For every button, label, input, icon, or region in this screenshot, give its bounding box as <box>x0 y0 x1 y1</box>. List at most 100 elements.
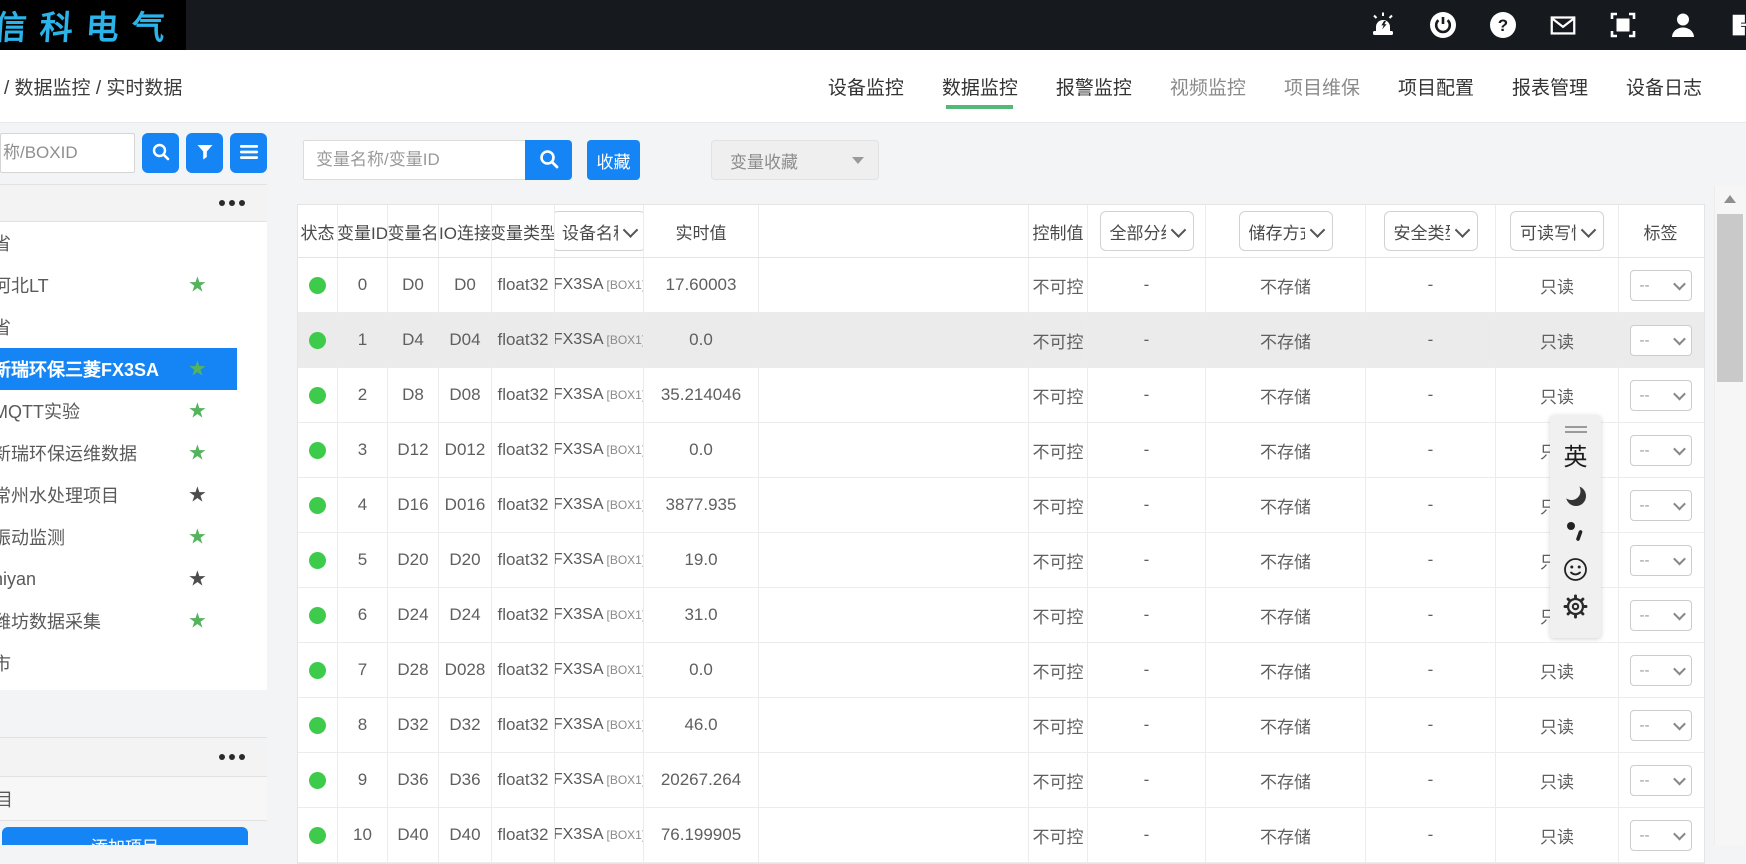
table-row[interactable]: 4 D16 D016 float32 FX3SA [BOX1] 3877.935… <box>298 478 1704 533</box>
security-filter-select[interactable]: 安全类型 <box>1384 211 1478 251</box>
favorite-star-icon[interactable]: ★ <box>188 611 207 632</box>
variable-search-button[interactable] <box>525 140 572 180</box>
scrollbar-thumb[interactable] <box>1717 214 1743 382</box>
table-row[interactable]: 5 D20 D20 float32 FX3SA [BOX1] 19.0 不可控 … <box>298 533 1704 588</box>
favorite-star-icon[interactable]: ★ <box>188 275 207 296</box>
table-row[interactable]: 2 D8 D08 float32 FX3SA [BOX1] 35.214046 … <box>298 368 1704 423</box>
favorite-star-icon[interactable]: ★ <box>188 527 207 548</box>
tag-select[interactable]: -- <box>1630 655 1692 686</box>
project-list-item[interactable]: 潍坊数据采集 ★ <box>0 600 237 642</box>
tag-select[interactable]: -- <box>1630 380 1692 411</box>
project-list-item[interactable]: 振动监测 ★ <box>0 516 237 558</box>
project-list: 省 ★ 河北LT ★ 省 ★ 新瑞环保三菱FX3SA ★ MQTT实验 ★ <box>0 222 267 690</box>
favorite-star-icon[interactable]: ★ <box>188 401 207 422</box>
nav-tab-label: 项目维保 <box>1284 73 1360 100</box>
logout-icon[interactable] <box>1728 10 1746 40</box>
cell-storage: 不存储 <box>1206 368 1366 422</box>
tag-select[interactable]: -- <box>1630 765 1692 796</box>
nav-tab[interactable]: 报表管理 <box>1512 50 1588 122</box>
tag-select[interactable]: -- <box>1630 710 1692 741</box>
project-list-item[interactable]: hiyan ★ <box>0 558 237 600</box>
sidebar-more-bottom[interactable] <box>0 737 267 777</box>
nav-tab[interactable]: 项目维保 <box>1284 50 1360 122</box>
vertical-scrollbar[interactable] <box>1714 186 1745 845</box>
nav-tab[interactable]: 报警监控 <box>1056 50 1132 122</box>
drag-handle-icon[interactable] <box>1565 424 1587 435</box>
table-row[interactable]: 9 D36 D36 float32 FX3SA [BOX1] 20267.264… <box>298 753 1704 808</box>
cell-type: float32 <box>492 258 555 312</box>
language-toggle-button[interactable]: 英 <box>1561 444 1591 472</box>
table-row[interactable]: 8 D32 D32 float32 FX3SA [BOX1] 46.0 不可控 … <box>298 698 1704 753</box>
rw-filter-select[interactable]: 可读写性 <box>1510 211 1604 251</box>
favorite-button[interactable]: 收藏 <box>587 140 640 180</box>
device-name: FX3SA <box>555 551 604 569</box>
nav-tab[interactable]: 设备监控 <box>828 50 904 122</box>
smiley-icon[interactable] <box>1561 555 1591 583</box>
tag-select[interactable]: -- <box>1630 435 1692 466</box>
table-row[interactable]: 7 D28 D028 float32 FX3SA [BOX1] 0.0 不可控 … <box>298 643 1704 698</box>
cell-io: D0 <box>439 258 492 312</box>
favorite-star-icon[interactable]: ★ <box>188 485 207 506</box>
variable-search-input[interactable] <box>303 140 526 180</box>
punctuation-icon[interactable] <box>1561 518 1591 546</box>
tag-select[interactable]: -- <box>1630 490 1692 521</box>
cell-group: - <box>1088 258 1206 312</box>
alarm-icon[interactable] <box>1368 10 1398 40</box>
project-list-item[interactable]: 市 ★ <box>0 642 237 684</box>
cell-rw: 只读 <box>1496 313 1619 367</box>
mail-icon[interactable] <box>1548 10 1578 40</box>
project-list-item[interactable]: 省 ★ <box>0 306 237 348</box>
storage-filter-select[interactable]: 储存方式 <box>1239 211 1333 251</box>
box-id: [BOX1] <box>607 278 645 292</box>
dark-mode-moon-icon[interactable] <box>1561 481 1591 509</box>
tag-select[interactable]: -- <box>1630 820 1692 851</box>
table-row[interactable]: 3 D12 D012 float32 FX3SA [BOX1] 0.0 不可控 … <box>298 423 1704 478</box>
tag-select[interactable]: -- <box>1630 600 1692 631</box>
cell-value: 20267.264 <box>644 753 759 807</box>
nav-tab[interactable]: 视频监控 <box>1170 50 1246 122</box>
user-icon[interactable] <box>1668 10 1698 40</box>
caret-down-icon <box>852 157 864 164</box>
power-icon[interactable] <box>1428 10 1458 40</box>
project-list-item[interactable]: 新瑞环保三菱FX3SA ★ <box>0 348 237 390</box>
cell-type: float32 <box>492 478 555 532</box>
project-list-item[interactable]: 新瑞环保运维数据 ★ <box>0 432 237 474</box>
project-list-item[interactable]: 省 ★ <box>0 222 237 264</box>
table-row[interactable]: 10 D40 D40 float32 FX3SA [BOX1] 76.19990… <box>298 808 1704 863</box>
fullscreen-icon[interactable] <box>1608 10 1638 40</box>
cell-tag: -- <box>1619 423 1702 477</box>
add-project-button[interactable]: 添加项目 <box>2 827 248 845</box>
favorite-star-icon[interactable]: ★ <box>188 443 207 464</box>
favorite-star-icon[interactable]: ★ <box>188 359 207 380</box>
project-list-item[interactable]: MQTT实验 ★ <box>0 390 237 432</box>
favorite-star-icon[interactable]: ★ <box>188 569 207 590</box>
cell-status <box>298 478 338 532</box>
gear-icon[interactable] <box>1561 592 1591 620</box>
cell-device: FX3SA [BOX1] <box>555 698 644 752</box>
group-filter-select[interactable]: 全部分组 <box>1100 211 1194 251</box>
cell-ctrl: 不可控 <box>1029 313 1088 367</box>
variable-favorite-select[interactable]: 变量收藏 <box>711 140 879 180</box>
cell-type: float32 <box>492 313 555 367</box>
cell-group: - <box>1088 698 1206 752</box>
cell-io: D24 <box>439 588 492 642</box>
tag-select[interactable]: -- <box>1630 325 1692 356</box>
scroll-up-arrow[interactable] <box>1715 186 1745 212</box>
sidebar-bottom-item[interactable]: 目 <box>0 777 267 821</box>
cell-rw: 只读 <box>1496 753 1619 807</box>
project-list-item[interactable]: 常州水处理项目 ★ <box>0 474 237 516</box>
tag-select[interactable]: -- <box>1630 270 1692 301</box>
table-row[interactable]: 0 D0 D0 float32 FX3SA [BOX1] 17.60003 不可… <box>298 258 1704 313</box>
table-row[interactable]: 1 D4 D04 float32 FX3SA [BOX1] 0.0 不可控 - … <box>298 313 1704 368</box>
help-icon[interactable]: ? <box>1488 10 1518 40</box>
nav-tab[interactable]: 设备日志 <box>1626 50 1702 122</box>
tag-select[interactable]: -- <box>1630 545 1692 576</box>
device-filter-select[interactable]: 设备名称 <box>555 211 644 251</box>
project-list-item[interactable]: 河北LT ★ <box>0 264 237 306</box>
cell-io: D20 <box>439 533 492 587</box>
nav-tab[interactable]: 项目配置 <box>1398 50 1474 122</box>
nav-tab[interactable]: 数据监控 <box>942 50 1018 122</box>
cell-status <box>298 698 338 752</box>
table-row[interactable]: 6 D24 D24 float32 FX3SA [BOX1] 31.0 不可控 … <box>298 588 1704 643</box>
variable-favorite-select-value: 变量收藏 <box>730 148 798 173</box>
